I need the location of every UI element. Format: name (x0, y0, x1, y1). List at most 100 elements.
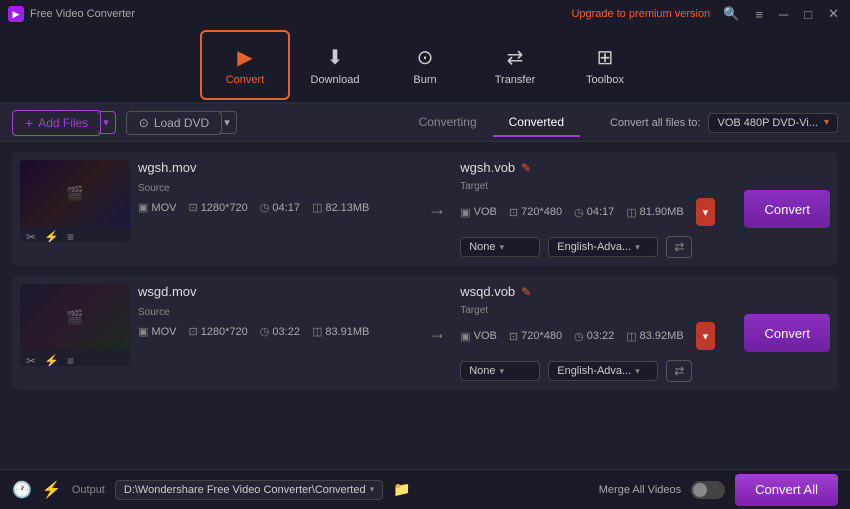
audio-arrow-1: ▾ (635, 242, 640, 253)
subtitle-arrow-2: ▾ (500, 366, 505, 377)
open-folder-button[interactable]: 📁 (393, 481, 410, 498)
merge-toggle[interactable] (691, 481, 725, 499)
subtitle-arrow-1: ▾ (500, 242, 505, 253)
arrow-col-1: → (422, 160, 452, 258)
tab-converted[interactable]: Converted (493, 109, 580, 137)
app-icon: ▶ (8, 6, 24, 22)
subtitle-dropdown-1[interactable]: None ▾ (460, 237, 540, 257)
format-selector[interactable]: VOB 480P DVD-Vi... ▾ (708, 113, 838, 133)
clock-icon[interactable]: 🕐 (12, 480, 32, 500)
maximize-button[interactable]: □ (801, 7, 815, 22)
source-dur-2: ◷ 03:22 (260, 325, 300, 338)
burn-nav-label: Burn (413, 74, 436, 86)
target-label-1: Target (460, 181, 736, 192)
advanced-settings-1[interactable]: ⇄ (666, 236, 692, 258)
target-filename-2: wsqd.vob ✎ (460, 284, 736, 299)
burn-nav-icon: ⊙ (417, 45, 434, 70)
title-bar-right: Upgrade to premium version 🔍 ≡ ─ □ ✕ (571, 6, 842, 22)
search-button[interactable]: 🔍 (720, 6, 742, 22)
minimize-button[interactable]: ─ (776, 7, 791, 22)
add-files-button[interactable]: + Add Files (12, 110, 101, 136)
load-dvd-button[interactable]: ⊙ Load DVD (126, 111, 222, 135)
source-size-2: ◫ 83.91MB (312, 325, 369, 338)
settings-icon-2[interactable]: ⚡ (44, 354, 59, 366)
trim-icon[interactable]: ✂ (26, 230, 36, 242)
t-size-icon: ◫ (626, 206, 636, 219)
target-filename-1: wgsh.vob ✎ (460, 160, 736, 175)
download-nav-label: Download (311, 74, 360, 86)
target-format-dropdown-1[interactable]: ▾ (696, 198, 716, 226)
target-size-1: ◫ 81.90MB (626, 206, 683, 219)
source-filename-2: wsgd.mov (138, 284, 414, 299)
toolbar: + Add Files ▾ ⊙ Load DVD ▾ Converting Co… (0, 104, 850, 142)
edit-icon-1[interactable]: ✎ (521, 161, 531, 175)
target-res-2: ⊡ 720*480 (509, 330, 562, 343)
table-row: 🎬 ✂ ⚡ ≡ wsgd.mov Source ▣ MOV ⊡ 1280*720 (12, 276, 838, 390)
nav-transfer[interactable]: ⇄ Transfer (470, 30, 560, 100)
t-dur-icon-2: ◷ (574, 330, 584, 343)
thumb-tools-1: ✂ ⚡ ≡ (20, 226, 130, 242)
nav-download[interactable]: ⬇ Download (290, 30, 380, 100)
target-dur-2: ◷ 03:22 (574, 330, 614, 343)
load-dvd-dropdown[interactable]: ▾ (218, 111, 237, 134)
output-path-selector[interactable]: D:\Wondershare Free Video Converter\Conv… (115, 480, 383, 500)
transfer-nav-label: Transfer (495, 74, 536, 86)
transfer-nav-icon: ⇄ (507, 45, 524, 70)
file-info-2: wsgd.mov Source ▣ MOV ⊡ 1280*720 ◷ 03:22… (138, 284, 414, 382)
convert-all-files-selector: Convert all files to: VOB 480P DVD-Vi...… (610, 113, 838, 133)
convert-button-1[interactable]: Convert (744, 190, 830, 228)
menu-button[interactable]: ≡ (752, 7, 766, 22)
add-files-dropdown[interactable]: ▾ (97, 111, 116, 134)
thumb-preview-1: 🎬 (20, 160, 130, 226)
target-size-2: ◫ 83.92MB (626, 330, 683, 343)
source-meta-1: ▣ MOV ⊡ 1280*720 ◷ 04:17 ◫ 82.13MB (138, 201, 414, 214)
source-res-1: ⊡ 1280*720 (188, 201, 247, 214)
disc-icon: ⊙ (139, 116, 149, 130)
edit-icon-2[interactable]: ✎ (521, 285, 531, 299)
close-button[interactable]: ✕ (825, 6, 842, 22)
toolbox-nav-icon: ⊞ (597, 45, 614, 70)
target-format-dropdown-2[interactable]: ▾ (696, 322, 716, 350)
advanced-settings-2[interactable]: ⇄ (666, 360, 692, 382)
output-path-value: D:\Wondershare Free Video Converter\Conv… (124, 484, 366, 496)
nav-toolbox[interactable]: ⊞ Toolbox (560, 30, 650, 100)
download-nav-icon: ⬇ (327, 45, 344, 70)
lightning-icon[interactable]: ⚡ (42, 480, 62, 500)
source-format-1: ▣ MOV (138, 201, 176, 214)
settings-icon[interactable]: ⚡ (44, 230, 59, 242)
tab-group: Converting Converted (403, 109, 580, 137)
upgrade-link[interactable]: Upgrade to premium version (571, 8, 710, 20)
audio-dropdown-1[interactable]: English-Adva... ▾ (548, 237, 658, 257)
target-section-2: wsqd.vob ✎ Target ▣ VOB ⊡ 720*480 ◷ 03:2… (460, 284, 736, 382)
audio-arrow-2: ▾ (635, 366, 640, 377)
content-area: 🎬 ✂ ⚡ ≡ wgsh.mov Source ▣ MOV ⊡ 1280*720 (0, 142, 850, 469)
target-dur-1: ◷ 04:17 (574, 206, 614, 219)
output-path-arrow: ▾ (370, 484, 375, 495)
tab-converting[interactable]: Converting (403, 109, 493, 137)
source-size-1: ◫ 82.13MB (312, 201, 369, 214)
nav-convert[interactable]: ▶ Convert (200, 30, 290, 100)
add-files-label: Add Files (38, 116, 88, 130)
trim-icon-2[interactable]: ✂ (26, 354, 36, 366)
target-controls-2: None ▾ English-Adva... ▾ ⇄ (460, 360, 736, 382)
t-res-icon: ⊡ (509, 206, 518, 219)
thumb-tools-2: ✂ ⚡ ≡ (20, 350, 130, 366)
res-icon-2: ⊡ (188, 325, 197, 338)
convert-button-2[interactable]: Convert (744, 314, 830, 352)
nav-burn[interactable]: ⊙ Burn (380, 30, 470, 100)
table-row: 🎬 ✂ ⚡ ≡ wgsh.mov Source ▣ MOV ⊡ 1280*720 (12, 152, 838, 266)
target-meta-1: ▣ VOB ⊡ 720*480 ◷ 04:17 ◫ 81.90MB ▾ (460, 198, 736, 226)
target-controls-1: None ▾ English-Adva... ▾ ⇄ (460, 236, 736, 258)
list-icon[interactable]: ≡ (67, 230, 74, 242)
convert-all-button[interactable]: Convert All (735, 474, 838, 506)
convert-nav-label: Convert (226, 74, 265, 86)
list-icon-2[interactable]: ≡ (67, 354, 74, 366)
output-label: Output (72, 484, 105, 496)
size-icon: ◫ (312, 201, 322, 214)
t-res-icon-2: ⊡ (509, 330, 518, 343)
bottom-bar: 🕐 ⚡ Output D:\Wondershare Free Video Con… (0, 469, 850, 509)
audio-dropdown-2[interactable]: English-Adva... ▾ (548, 361, 658, 381)
subtitle-dropdown-2[interactable]: None ▾ (460, 361, 540, 381)
source-format-2: ▣ MOV (138, 325, 176, 338)
size-icon-2: ◫ (312, 325, 322, 338)
